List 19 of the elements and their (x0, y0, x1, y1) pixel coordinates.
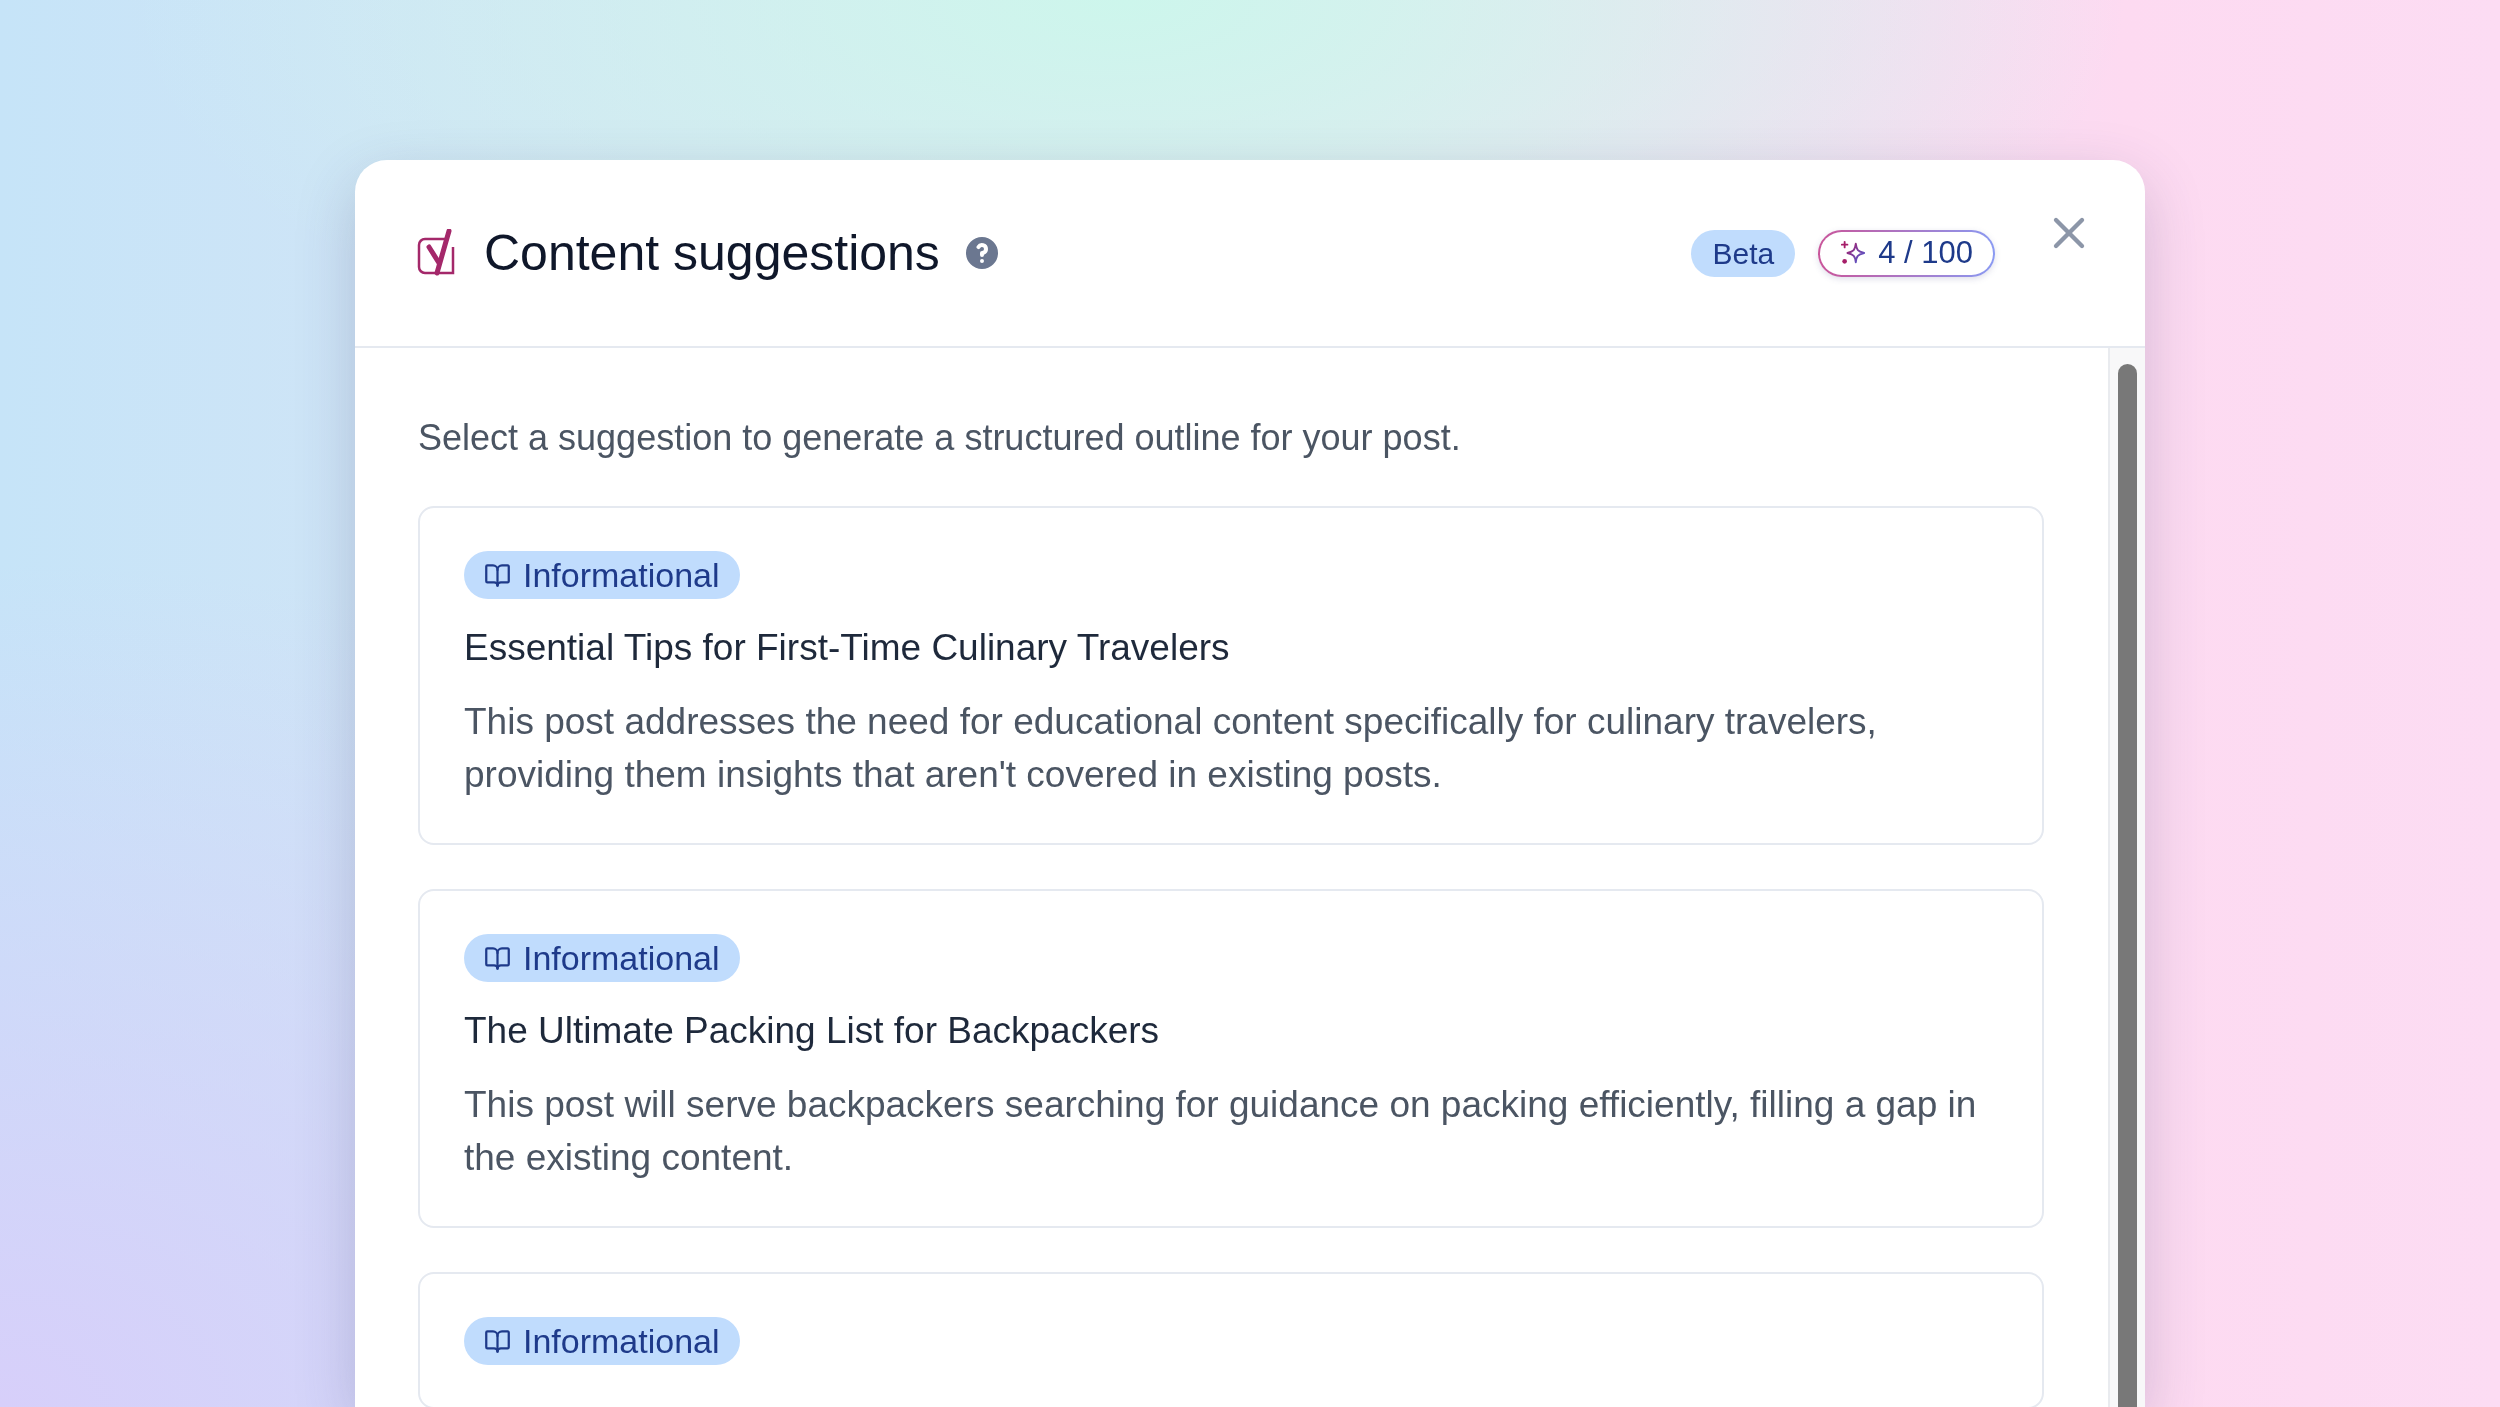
suggestion-card[interactable] (418, 506, 2044, 845)
intent-label: Informational (523, 555, 720, 595)
intro-text: Select a suggestion to generate a structured outline for your post. (418, 416, 1462, 460)
sparkle-icon (1840, 240, 1867, 266)
dialog-title: Content suggestions (484, 224, 940, 283)
suggestion-description: This post addresses the need for educational content specifically for culinary travelers, providing them insights that aren't covered in existing posts. (464, 700, 1878, 797)
book-icon (484, 944, 511, 972)
suggestion-card[interactable]: Informational (418, 1272, 2044, 1407)
suggestion-title: The Ultimate Packing List for Backpackers (464, 1009, 1160, 1053)
usage-count: 4 / 100 (1878, 233, 1973, 272)
suggestion-card[interactable]: Informational The Ultimate Packing List for Backpackers This post will serve backpackers searching for guidance on packing efficiently, filling a gap in the existing content. (418, 889, 2044, 1228)
book-icon (484, 1327, 511, 1355)
beta-tag: Beta (1691, 229, 1796, 277)
scrollbar-thumb[interactable] (2118, 364, 2137, 1407)
suggestion-description: This post will serve backpackers searching for guidance on packing efficiently, filling a gap in the existing content. (464, 1083, 1978, 1180)
intent-label: Informational (523, 938, 720, 978)
book-icon (484, 561, 511, 589)
intent-label: Informational (523, 1321, 720, 1361)
suggestion-title: Essential Tips for First-Time Culinary Travelers (464, 626, 1230, 670)
